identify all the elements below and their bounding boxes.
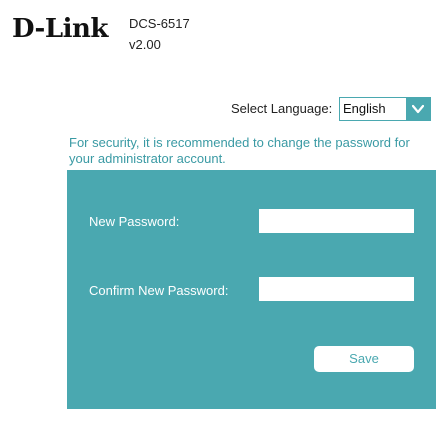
confirm-password-field[interactable] [259,277,414,301]
language-label: Select Language: [231,101,333,116]
firmware-version: v2.00 [129,37,161,52]
chevron-down-icon [412,104,424,114]
device-model: DCS-6517 [129,16,190,31]
save-button[interactable]: Save [314,346,414,372]
security-notice: For security, it is recommended to chang… [69,135,410,166]
language-selected-value: English [343,101,386,116]
confirm-password-label: Confirm New Password: [89,283,229,298]
language-select[interactable]: English [339,97,431,121]
new-password-field[interactable] [259,209,414,233]
language-dropdown-button[interactable] [406,98,430,120]
brand-logo: D-Link [12,14,108,44]
new-password-label: New Password: [89,214,180,229]
password-form-panel: New Password: Confirm New Password: Save [67,170,436,409]
